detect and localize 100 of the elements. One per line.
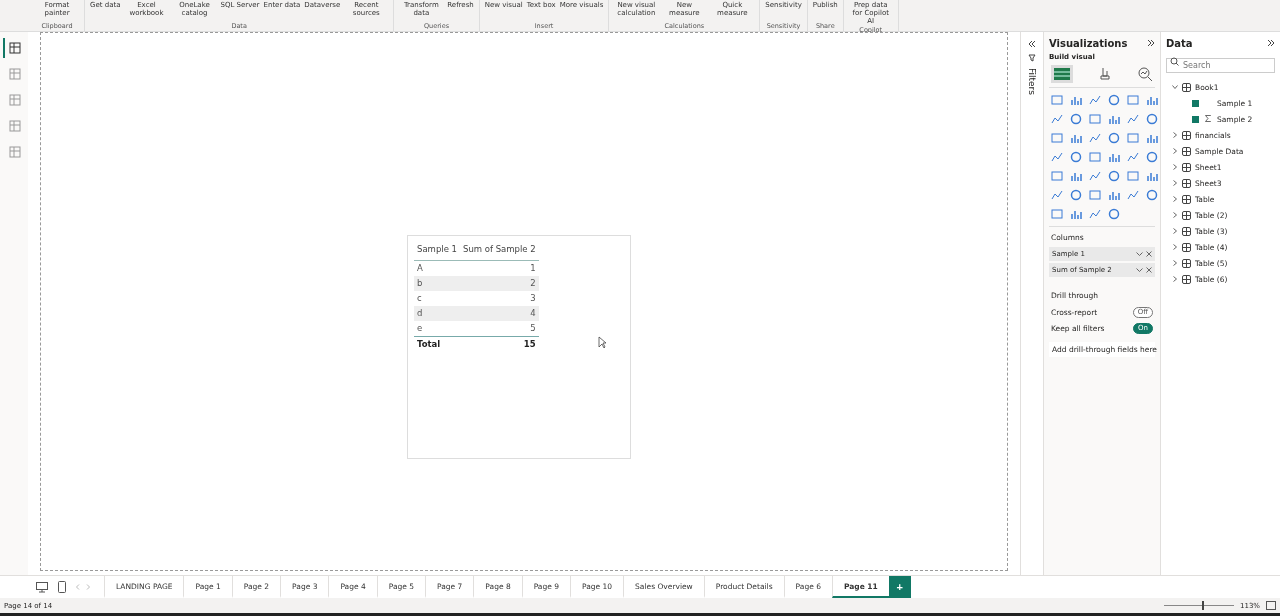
chevron-icon[interactable] (1172, 212, 1178, 218)
chevron-icon[interactable] (1172, 276, 1178, 282)
chart-type-icon[interactable] (1108, 151, 1120, 163)
magnifier-chart-icon[interactable] (1137, 66, 1153, 82)
table-icon (1182, 242, 1191, 252)
table-cell: 1 (460, 260, 539, 276)
chevron-icon[interactable] (1172, 132, 1178, 138)
chart-type-icon[interactable] (1070, 208, 1082, 220)
expand-icon[interactable] (1147, 39, 1155, 47)
chart-type-icon[interactable] (1070, 189, 1082, 201)
chart-type-icon[interactable] (1051, 94, 1063, 106)
chart-type-icon[interactable] (1146, 170, 1158, 182)
search-field[interactable]: Search (1166, 58, 1275, 73)
chevron-icon[interactable] (1172, 84, 1178, 90)
mouse-pointer-icon (598, 335, 607, 349)
expand-icon[interactable] (1267, 39, 1275, 47)
checkbox[interactable] (1192, 115, 1199, 123)
chart-type-icon[interactable] (1089, 170, 1101, 182)
column-header: Sample 1 (414, 241, 460, 260)
chart-type-icon[interactable] (1070, 170, 1082, 182)
table-cell: 5 (460, 320, 539, 336)
paintbrush-icon[interactable] (1097, 66, 1113, 82)
table-icon (1182, 194, 1191, 204)
table-cell: 2 (460, 275, 539, 291)
add-page-button[interactable]: + (888, 576, 911, 598)
table-cell: c (414, 290, 460, 306)
chart-type-icon[interactable] (1127, 151, 1139, 163)
chevron-icon[interactable] (1172, 164, 1178, 170)
chevron-icon[interactable] (1172, 148, 1178, 154)
table-cell: b (414, 275, 460, 291)
chart-type-icon[interactable] (1127, 113, 1139, 125)
chart-type-icon[interactable] (1089, 94, 1101, 106)
chart-type-icon[interactable] (1051, 113, 1063, 125)
table-cell: e (414, 320, 460, 336)
chevron-icon[interactable] (1172, 244, 1178, 250)
chart-type-icon[interactable] (1089, 132, 1101, 144)
table-icon (1182, 226, 1191, 236)
chevron-icon[interactable] (1172, 260, 1178, 266)
table-icon (1182, 146, 1191, 156)
chart-type-icon[interactable] (1127, 170, 1139, 182)
chart-type-icon[interactable] (1108, 113, 1120, 125)
table-cell: 4 (460, 305, 539, 321)
pane-title: Data (1166, 37, 1193, 49)
chart-type-icon[interactable] (1146, 113, 1158, 125)
chart-type-icon[interactable] (1127, 132, 1139, 144)
chevron-icon[interactable] (1172, 228, 1178, 234)
chart-type-icon[interactable] (1070, 151, 1082, 163)
table-visual[interactable]: Sample 1 Sum of Sample 2 A 1 b 2 c 3 d 4 e 5 Total 15 (407, 234, 631, 459)
checkbox[interactable] (1192, 99, 1199, 107)
phone-icon[interactable] (58, 581, 66, 593)
chevron-down-icon[interactable] (1136, 251, 1143, 257)
chart-type-icon[interactable] (1146, 189, 1158, 201)
table-icon (1182, 210, 1191, 220)
chart-type-icon[interactable] (1108, 189, 1120, 201)
chart-type-icon[interactable] (1089, 151, 1101, 163)
table-icon (1182, 258, 1191, 268)
chevron-down-icon[interactable] (1136, 267, 1143, 273)
zoom-thumb[interactable] (1202, 601, 1205, 610)
chart-type-icon[interactable] (1070, 132, 1082, 144)
chart-type-icon[interactable] (1089, 113, 1101, 125)
total-cell: Total (414, 336, 460, 352)
chart-type-icon[interactable] (1146, 94, 1158, 106)
chart-type-icon[interactable] (1108, 208, 1120, 220)
collapse-icon[interactable] (1028, 40, 1036, 48)
chart-type-icon[interactable] (1127, 94, 1139, 106)
chart-type-icon[interactable] (1051, 170, 1063, 182)
chart-type-icon[interactable] (1070, 113, 1082, 125)
chart-type-icon[interactable] (1108, 170, 1120, 182)
chart-type-icon[interactable] (1108, 132, 1120, 144)
table-icon[interactable] (1051, 65, 1073, 83)
table-icon (1182, 274, 1191, 284)
desktop-icon[interactable] (36, 581, 48, 593)
chart-type-icon[interactable] (1108, 94, 1120, 106)
chart-type-icon[interactable] (1146, 151, 1158, 163)
chart-type-icon[interactable] (1051, 208, 1063, 220)
sigma-icon (1205, 114, 1211, 122)
table-cell: A (414, 260, 460, 276)
table-icon (1182, 130, 1191, 140)
total-cell: 15 (460, 336, 539, 352)
filters-label[interactable]: Filters (1027, 68, 1037, 95)
chart-type-icon[interactable] (1070, 94, 1082, 106)
table-icon (1182, 82, 1191, 92)
search-icon (1170, 57, 1179, 66)
chevron-icon[interactable] (1172, 196, 1178, 202)
chart-type-icon[interactable] (1089, 189, 1101, 201)
filter-icon[interactable] (1028, 54, 1036, 62)
chart-type-icon[interactable] (1051, 151, 1063, 163)
chart-type-icon[interactable] (1051, 189, 1063, 201)
chart-type-icon[interactable] (1089, 208, 1101, 220)
chart-type-icon[interactable] (1127, 189, 1139, 201)
close-icon[interactable] (1146, 251, 1152, 257)
chart-type-icon[interactable] (1146, 132, 1158, 144)
pane-title: Visualizations (1049, 37, 1128, 49)
chart-type-icon[interactable] (1051, 132, 1063, 144)
table-icon (1182, 178, 1191, 188)
close-icon[interactable] (1146, 267, 1152, 273)
table-icon (1182, 162, 1191, 172)
table-cell: 3 (460, 290, 539, 306)
fit-page-icon[interactable] (1266, 601, 1276, 610)
chevron-icon[interactable] (1172, 180, 1178, 186)
